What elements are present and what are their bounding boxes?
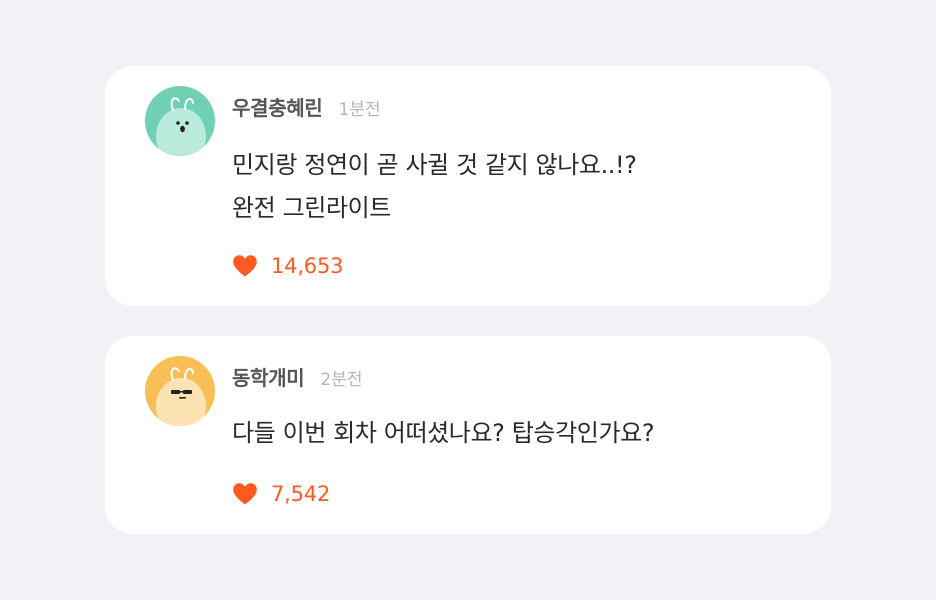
comment-line: 민지랑 정연이 곧 사귈 것 같지 않나요..!? (232, 151, 637, 179)
like-count: 14,653 (271, 254, 344, 278)
comment-text: 민지랑 정연이 곧 사귈 것 같지 않나요..!? 완전 그린라이트 (232, 144, 637, 230)
timestamp: 1분전 (338, 100, 381, 120)
comment-text: 다들 이번 회차 어떠셨나요? 탑승각인가요? (232, 412, 655, 455)
comment-line: 다들 이번 회차 어떠셨나요? 탑승각인가요? (232, 419, 655, 447)
username[interactable]: 동학개미 (232, 362, 305, 391)
comment-card: 우결충혜린 1분전 민지랑 정연이 곧 사귈 것 같지 않나요..!? 완전 그… (105, 66, 831, 306)
username[interactable]: 우결충혜린 (232, 92, 323, 121)
comment-line: 완전 그린라이트 (232, 194, 391, 222)
avatar[interactable] (145, 86, 215, 156)
like-count: 7,542 (271, 482, 331, 506)
yellow-bug-sunglasses-avatar-icon (145, 356, 215, 426)
like-button[interactable]: 14,653 (232, 254, 343, 278)
heart-icon (233, 255, 257, 277)
mint-bug-avatar-icon (145, 86, 215, 156)
heart-icon (233, 483, 257, 505)
avatar[interactable] (145, 356, 215, 426)
comment-meta: 동학개미 2분전 (232, 362, 363, 391)
comment-meta: 우결충혜린 1분전 (232, 92, 381, 121)
like-button[interactable]: 7,542 (232, 482, 330, 506)
comment-card: 동학개미 2분전 다들 이번 회차 어떠셨나요? 탑승각인가요? 7,542 (105, 336, 831, 534)
timestamp: 2분전 (320, 370, 363, 390)
